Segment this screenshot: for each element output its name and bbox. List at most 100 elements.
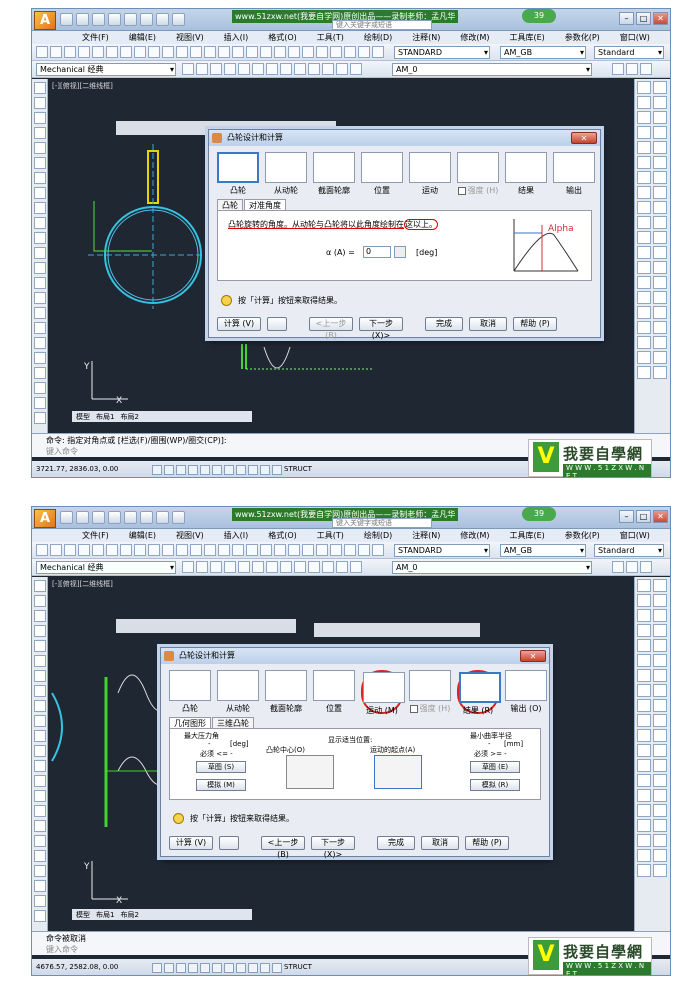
redo-icon[interactable]	[156, 13, 169, 26]
circle-icon[interactable]	[224, 561, 236, 573]
rotate-icon[interactable]	[637, 624, 651, 637]
layer-iso-icon[interactable]	[626, 561, 638, 573]
gear-icon[interactable]	[182, 63, 194, 75]
surface-icon[interactable]	[637, 789, 651, 802]
menu-insert[interactable]: 插入(I)	[224, 32, 249, 43]
menu-param[interactable]: 参数化(P)	[565, 530, 600, 541]
step-output[interactable]: 输出 (O)	[505, 670, 547, 714]
attribute-icon[interactable]	[308, 63, 320, 75]
dim-style-combo[interactable]: AM_GB	[500, 544, 586, 557]
match-icon[interactable]	[162, 544, 174, 556]
layer-icon[interactable]	[336, 561, 348, 573]
step-position[interactable]: 位置	[313, 670, 355, 714]
cloud-icon[interactable]	[34, 187, 46, 199]
menu-view[interactable]: 视图(V)	[176, 32, 204, 43]
break-icon[interactable]	[653, 654, 667, 667]
cut-icon[interactable]	[120, 46, 132, 58]
erase-icon[interactable]	[637, 81, 651, 94]
dyn-icon[interactable]	[236, 963, 246, 973]
save-icon[interactable]	[92, 13, 105, 26]
dropdown-icon[interactable]	[172, 13, 185, 26]
layer-prev-icon[interactable]	[612, 63, 624, 75]
pan-icon[interactable]	[218, 46, 230, 58]
redo-icon[interactable]	[204, 46, 216, 58]
step-cam[interactable]: 凸轮	[217, 152, 259, 196]
new-icon[interactable]	[36, 544, 48, 556]
pick-angle-icon[interactable]	[394, 246, 406, 258]
hatch-icon[interactable]	[266, 63, 278, 75]
dim-aligned-icon[interactable]	[653, 699, 667, 712]
layer-off-icon[interactable]	[640, 63, 652, 75]
array-icon[interactable]	[637, 609, 651, 622]
bearing-icon[interactable]	[637, 864, 651, 877]
dim-icon[interactable]	[34, 880, 46, 892]
redo-icon[interactable]	[204, 544, 216, 556]
trim-icon[interactable]	[653, 639, 667, 652]
layer-state-icon[interactable]	[350, 63, 362, 75]
hatch-icon[interactable]	[34, 292, 46, 304]
insert-block-icon[interactable]	[34, 247, 46, 259]
calc-table-icon[interactable]	[267, 317, 287, 331]
insert-icon[interactable]	[294, 561, 306, 573]
new-icon[interactable]	[60, 13, 73, 26]
autocad-logo-icon[interactable]: A	[34, 509, 56, 528]
maximize-button[interactable]: □	[636, 12, 651, 25]
open-icon[interactable]	[76, 13, 89, 26]
cam-icon[interactable]	[653, 834, 667, 847]
dim-radius-icon[interactable]	[653, 714, 667, 727]
mirror-icon[interactable]	[637, 96, 651, 109]
cut-icon[interactable]	[120, 544, 132, 556]
menu-view[interactable]: 视图(V)	[176, 530, 204, 541]
center-mark-icon[interactable]	[653, 774, 667, 787]
ducs-icon[interactable]	[224, 963, 234, 973]
saveas-icon[interactable]	[108, 13, 121, 26]
polyline-icon[interactable]	[34, 610, 46, 622]
dim-continue-icon[interactable]	[653, 744, 667, 757]
fillet-icon[interactable]	[637, 684, 651, 697]
next-button[interactable]: 下一步 (X)>	[359, 317, 403, 340]
line-icon[interactable]	[34, 82, 46, 94]
print-icon[interactable]	[78, 46, 90, 58]
open-icon[interactable]	[76, 511, 89, 524]
scale-icon[interactable]	[653, 624, 667, 637]
dim-quick-icon[interactable]	[637, 759, 651, 772]
arc-icon[interactable]	[34, 655, 46, 667]
brush-icon[interactable]	[176, 46, 188, 58]
search-input[interactable]: 键入关键字或短语	[332, 20, 432, 30]
rectangle-icon[interactable]	[34, 640, 46, 652]
viewport-label[interactable]: [-][俯视][二维线框]	[52, 81, 113, 91]
point-icon[interactable]	[34, 277, 46, 289]
text-style-icon[interactable]	[372, 46, 384, 58]
copy-icon[interactable]	[134, 544, 146, 556]
construction-line-icon[interactable]	[34, 97, 46, 109]
mtext-icon[interactable]	[34, 850, 46, 862]
dim-icon[interactable]	[34, 382, 46, 394]
step-motion[interactable]: 运动 (M)	[361, 670, 405, 715]
hole-icon[interactable]	[653, 306, 667, 319]
table-style-combo[interactable]: Standard	[594, 544, 664, 557]
dim-linear-icon[interactable]	[637, 699, 651, 712]
grid-icon[interactable]	[238, 561, 250, 573]
dim-edit-icon[interactable]	[653, 759, 667, 772]
dim-arc-icon[interactable]	[637, 216, 651, 229]
match-icon[interactable]	[162, 46, 174, 58]
properties-icon[interactable]	[274, 46, 286, 58]
scale-icon[interactable]	[653, 126, 667, 139]
sketch-button[interactable]: 草图 (S)	[196, 761, 246, 773]
publish-icon[interactable]	[106, 544, 118, 556]
tolerance-icon[interactable]	[637, 774, 651, 787]
qp-icon[interactable]	[260, 465, 270, 475]
cancel-button[interactable]: 取消	[469, 317, 507, 331]
workspace-combo[interactable]: Mechanical 经典	[36, 561, 176, 574]
tool-palette-icon[interactable]	[302, 544, 314, 556]
erase-icon[interactable]	[637, 579, 651, 592]
calculate-button[interactable]: 计算 (V)	[217, 317, 261, 331]
spline-icon[interactable]	[34, 700, 46, 712]
motion-start-view[interactable]	[374, 755, 422, 789]
step-strength[interactable]: 强度 (H)	[457, 152, 499, 196]
calc-icon[interactable]	[344, 544, 356, 556]
ellipse-arc-icon[interactable]	[34, 730, 46, 742]
block-icon[interactable]	[280, 63, 292, 75]
step-result[interactable]: 结果 (R)	[457, 670, 501, 715]
gradient-icon[interactable]	[34, 307, 46, 319]
